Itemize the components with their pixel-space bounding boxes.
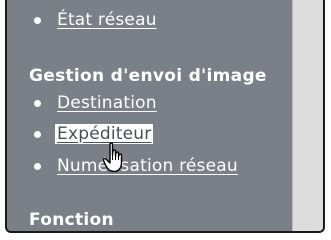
link-etat-reseau[interactable]: État réseau xyxy=(57,10,157,30)
bullet-icon xyxy=(34,162,41,170)
menu-item-expediteur[interactable]: Expéditeur xyxy=(7,121,154,147)
link-numerisation-reseau[interactable]: Numérisation réseau xyxy=(57,156,238,176)
menu-content: État réseau Gestion d'envoi d'image Dest… xyxy=(7,0,293,231)
scrollbar-track[interactable] xyxy=(292,0,323,231)
menu-item-destination[interactable]: Destination xyxy=(7,90,157,116)
hand-pointer-icon xyxy=(102,142,123,173)
section-heading-gestion-envoi-image: Gestion d'envoi d'image xyxy=(29,66,267,86)
bullet-icon xyxy=(34,99,41,107)
menu-item-etat-reseau[interactable]: État réseau xyxy=(7,7,157,33)
link-destination[interactable]: Destination xyxy=(57,93,157,113)
menu-panel: État réseau Gestion d'envoi d'image Dest… xyxy=(5,0,325,233)
section-heading-fonction: Fonction xyxy=(29,210,114,230)
bullet-icon xyxy=(34,16,41,24)
link-expediteur[interactable]: Expéditeur xyxy=(55,124,154,144)
bullet-icon xyxy=(34,130,41,138)
